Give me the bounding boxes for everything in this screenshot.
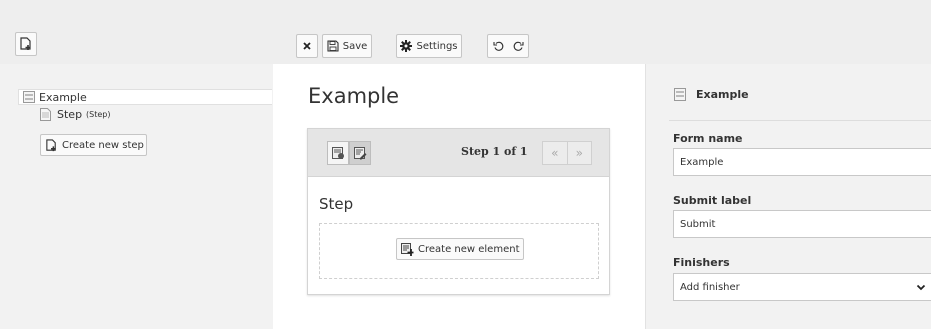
submit-label-label: Submit label (673, 194, 752, 207)
preview-icon (331, 146, 344, 159)
step-pager: « » (542, 141, 592, 165)
settings-button[interactable]: Settings (396, 34, 462, 58)
new-page-icon (46, 138, 56, 151)
element-dropzone: Create new element (319, 223, 599, 279)
save-button[interactable]: Save (322, 34, 372, 58)
step-title: Step (319, 195, 354, 213)
form-tree-panel: Example Step (Step) Create new step (0, 64, 273, 329)
settings-label: Settings (416, 40, 458, 52)
tree-item-step[interactable]: Step (Step) (40, 105, 111, 123)
finishers-label: Finishers (673, 256, 730, 269)
form-editor: Save Settings Example Step (Step) Create… (0, 0, 931, 329)
tree-step-label: Step (57, 107, 83, 121)
undo-icon (492, 41, 503, 51)
inspector-panel: Example Form name Example Submit label S… (645, 64, 931, 329)
inspector-title: Example (696, 88, 749, 101)
new-page-button[interactable] (15, 32, 37, 56)
form-name-label: Form name (673, 132, 743, 145)
step-card: Step 1 of 1 « » Step Create new element (307, 128, 610, 295)
gear-icon (400, 40, 413, 52)
top-toolbar: Save Settings (0, 0, 931, 64)
page-icon (40, 107, 51, 121)
preview-mode-button[interactable] (327, 141, 349, 165)
edit-form-icon (353, 146, 366, 159)
create-new-element-button[interactable]: Create new element (396, 238, 524, 260)
close-icon (303, 42, 311, 50)
finishers-selected-value: Add finisher (680, 281, 740, 293)
next-step-button[interactable]: » (566, 142, 592, 164)
save-label: Save (342, 40, 368, 52)
form-icon (674, 88, 686, 101)
create-new-step-button[interactable]: Create new step (40, 134, 147, 156)
chevron-down-icon (916, 284, 926, 291)
undo-redo-group (487, 34, 529, 58)
submit-label-input[interactable]: Submit (673, 210, 931, 238)
tree-item-form[interactable]: Example (18, 89, 272, 105)
new-page-icon (20, 37, 31, 50)
inspector-header: Example (674, 88, 749, 101)
redo-icon (513, 41, 524, 51)
tree-step-type: (Step) (86, 109, 111, 119)
finishers-select[interactable]: Add finisher (673, 273, 931, 301)
redo-button[interactable] (513, 41, 524, 52)
form-icon (23, 91, 35, 103)
new-element-icon (401, 242, 414, 256)
inspector-divider (669, 120, 931, 121)
create-step-label: Create new step (62, 139, 144, 151)
previous-step-button[interactable]: « (543, 142, 567, 164)
stage-title: Example (308, 84, 400, 108)
step-card-header: Step 1 of 1 « » (308, 129, 609, 177)
tree-root-label: Example (39, 90, 87, 104)
create-element-label: Create new element (418, 243, 520, 255)
stage-panel: Example Step 1 of 1 « » Step Create new … (273, 64, 645, 329)
pager-text: Step 1 of 1 (461, 145, 528, 158)
save-icon (327, 40, 339, 52)
undo-button[interactable] (492, 41, 504, 52)
abstract-mode-button[interactable] (349, 141, 371, 165)
form-name-input[interactable]: Example (673, 148, 931, 176)
close-button[interactable] (296, 34, 318, 58)
